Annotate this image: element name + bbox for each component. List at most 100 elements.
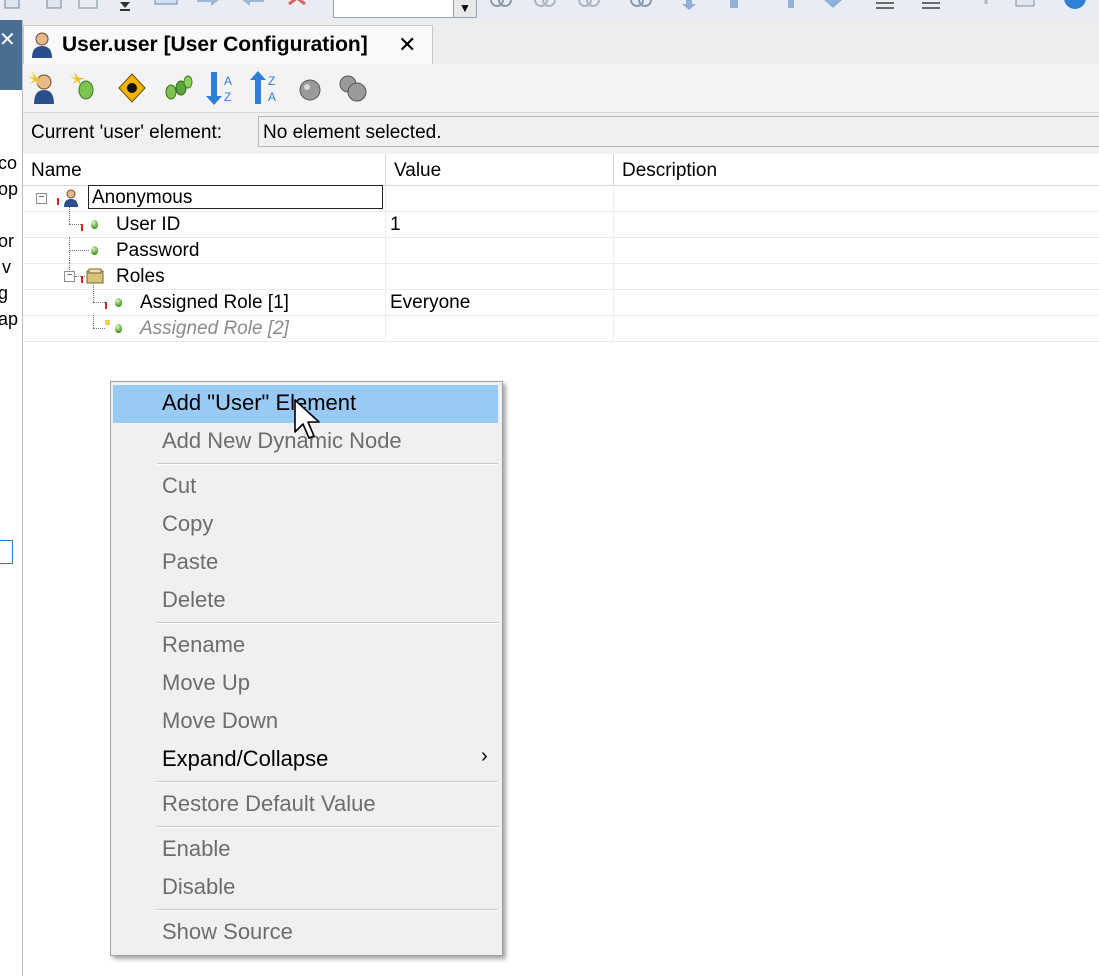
sort-down-icon[interactable] [680, 0, 706, 12]
back-arrow-icon[interactable] [240, 0, 266, 12]
menu-item-paste[interactable]: Paste [113, 544, 498, 582]
document-tab-strip: User.user [User Configuration] ✕ [23, 20, 1099, 65]
left-pane-header: ✕ [0, 20, 22, 90]
new-item-marker-icon [105, 320, 110, 325]
close-icon[interactable]: ✕ [0, 30, 16, 50]
tree-connector [93, 302, 105, 303]
stack-icon[interactable] [1012, 0, 1038, 12]
column-header-name[interactable]: Name [23, 154, 386, 185]
left-pane-text: ap [0, 309, 19, 329]
align-icon[interactable] [872, 0, 898, 12]
sort-up-icon[interactable] [726, 0, 752, 12]
tree-row[interactable]: − Roles [23, 263, 1099, 290]
tree-connector [75, 276, 85, 277]
tree-node-label: Assigned Role [1] [140, 292, 289, 313]
menu-item-enable[interactable]: Enable [113, 831, 498, 869]
arrow-up-icon[interactable] [778, 0, 804, 12]
user-icon [64, 189, 78, 207]
context-menu: Add "User" Element Add New Dynamic Node … [110, 381, 503, 956]
svg-text:Z: Z [268, 74, 275, 88]
tree-node-label: Password [116, 240, 200, 261]
leaf-node-icon [91, 220, 98, 229]
link-icon[interactable] [576, 0, 602, 12]
sort-descending-icon[interactable]: Z A [248, 70, 282, 106]
required-marker-icon [81, 224, 83, 231]
current-element-label: Current 'user' element: [31, 122, 223, 143]
document-tab-title: User.user [User Configuration] [62, 33, 368, 56]
menu-item-disable[interactable]: Disable [113, 869, 498, 907]
app-toolbar: ▼ [0, 0, 1099, 21]
tree-node-label: Roles [116, 266, 165, 287]
column-header-value[interactable]: Value [386, 154, 614, 185]
document-icon[interactable] [76, 0, 102, 12]
menu-separator [157, 463, 498, 465]
required-marker-icon [81, 276, 83, 283]
sort-ascending-icon[interactable]: A Z [204, 70, 238, 106]
tree-node-label-placeholder: Assigned Role [2] [140, 318, 289, 339]
tree-node-value[interactable]: Everyone [390, 289, 470, 315]
collapse-icon[interactable]: − [36, 193, 47, 204]
left-pane-field[interactable] [0, 540, 13, 564]
add-node-icon[interactable] [68, 70, 102, 106]
tree-node-label-editor[interactable]: Anonymous [88, 185, 383, 209]
navigate-icon[interactable] [115, 70, 149, 106]
folder-icon [86, 268, 104, 284]
tree-row[interactable]: Password [23, 237, 1099, 264]
column-header-description[interactable]: Description [614, 154, 1099, 185]
menu-item-restore-default-value[interactable]: Restore Default Value [113, 786, 498, 824]
arrow-down-icon[interactable] [820, 0, 846, 12]
leaf-node-icon [91, 246, 98, 255]
circles-icon[interactable] [336, 70, 370, 106]
tree-connector [69, 250, 89, 251]
menu-separator [157, 781, 498, 783]
menu-separator [157, 826, 498, 828]
current-element-field[interactable]: No element selected. [258, 116, 1099, 147]
menu-item-show-source[interactable]: Show Source [113, 914, 498, 952]
required-marker-icon [105, 302, 107, 309]
menu-item-cut[interactable]: Cut [113, 468, 498, 506]
tree-node-value[interactable]: 1 [390, 211, 401, 237]
tree-node-label: User ID [116, 214, 181, 235]
left-pane: ✕ co op or v g ap [0, 20, 23, 976]
checkbox-icon[interactable] [2, 0, 28, 12]
menu-separator [157, 909, 498, 911]
window-icon[interactable] [153, 0, 179, 12]
leaf-node-icon [115, 324, 122, 333]
left-pane-text: or [0, 231, 15, 251]
delete-icon[interactable] [285, 0, 311, 12]
document-tab[interactable]: User.user [User Configuration] ✕ [23, 25, 433, 65]
circle-icon[interactable] [293, 70, 327, 106]
tree-row[interactable]: Assigned Role [2] [23, 315, 1099, 342]
link-icon[interactable] [532, 0, 558, 12]
menu-separator [157, 622, 498, 624]
add-user-icon[interactable] [26, 70, 60, 106]
close-tab-icon[interactable]: ✕ [398, 32, 416, 58]
required-marker-icon [57, 198, 59, 205]
menu-item-move-down[interactable]: Move Down [113, 703, 498, 741]
collapse-icon[interactable]: − [64, 271, 75, 282]
toolbar-combo[interactable]: ▼ [333, 0, 477, 18]
undo-icon[interactable] [968, 0, 994, 12]
tree-connector [93, 285, 94, 302]
dropdown-arrow-icon[interactable] [114, 0, 140, 12]
forward-arrow-icon[interactable] [195, 0, 221, 12]
link-icon[interactable] [628, 0, 654, 12]
checklist-icon[interactable] [44, 0, 70, 12]
left-pane-text: op [0, 179, 19, 199]
menu-item-move-up[interactable]: Move Up [113, 665, 498, 703]
expand-all-icon[interactable] [161, 70, 195, 106]
align-icon[interactable] [918, 0, 944, 12]
menu-item-copy[interactable]: Copy [113, 506, 498, 544]
chevron-right-icon: › [481, 745, 488, 767]
tree-row[interactable]: − Anonymous [23, 185, 1099, 212]
globe-icon[interactable] [1062, 0, 1088, 12]
left-pane-text: co [0, 153, 18, 173]
menu-item-rename[interactable]: Rename [113, 627, 498, 665]
tree-row[interactable]: Assigned Role [1] Everyone [23, 285, 1099, 316]
menu-item-expand-collapse[interactable]: Expand/Collapse › [113, 741, 498, 779]
link-icon[interactable] [488, 0, 514, 12]
menu-item-delete[interactable]: Delete [113, 582, 498, 620]
leaf-node-icon [115, 298, 122, 307]
tree-row[interactable]: User ID 1 [23, 207, 1099, 238]
chevron-down-icon[interactable]: ▼ [453, 0, 476, 17]
